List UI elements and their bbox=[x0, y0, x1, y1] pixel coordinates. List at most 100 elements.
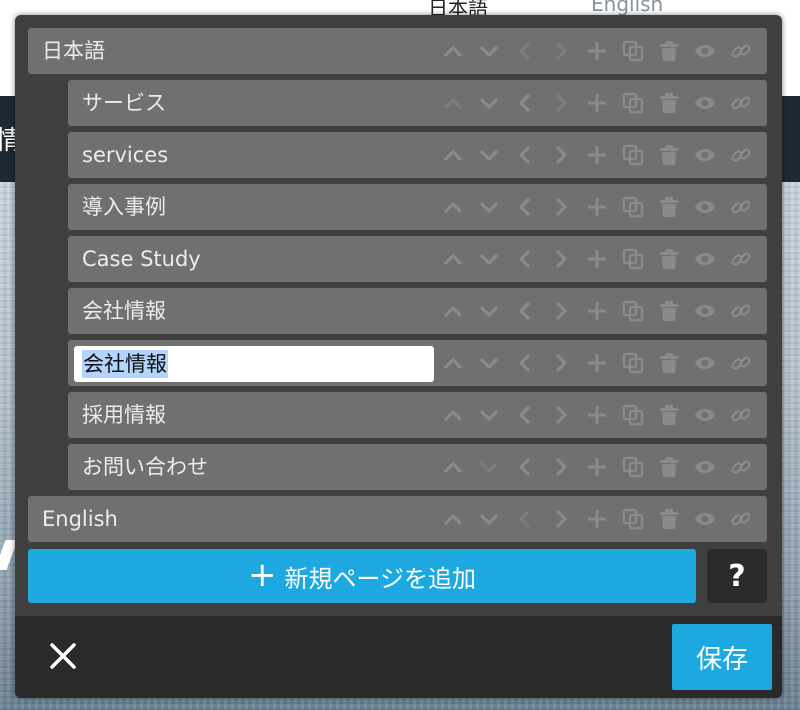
link-icon[interactable] bbox=[723, 28, 759, 74]
page-row[interactable]: Case Study bbox=[68, 236, 767, 282]
chevron-up-icon[interactable] bbox=[435, 392, 471, 438]
chevron-left-icon[interactable] bbox=[507, 444, 543, 490]
chevron-right-icon[interactable] bbox=[543, 340, 579, 386]
plus-icon[interactable] bbox=[579, 184, 615, 230]
eye-icon[interactable] bbox=[687, 340, 723, 386]
chevron-up-icon[interactable] bbox=[435, 288, 471, 334]
chevron-left-icon[interactable] bbox=[507, 340, 543, 386]
chevron-left-icon[interactable] bbox=[507, 184, 543, 230]
chevron-down-icon[interactable] bbox=[471, 444, 507, 490]
eye-icon[interactable] bbox=[687, 496, 723, 542]
chevron-up-icon[interactable] bbox=[435, 132, 471, 178]
chevron-down-icon[interactable] bbox=[471, 80, 507, 126]
chevron-right-icon[interactable] bbox=[543, 132, 579, 178]
page-row[interactable]: 導入事例 bbox=[68, 184, 767, 230]
plus-icon[interactable] bbox=[579, 80, 615, 126]
add-page-button[interactable]: + 新規ページを追加 bbox=[28, 549, 696, 603]
duplicate-icon[interactable] bbox=[615, 184, 651, 230]
language-row[interactable]: 日本語 bbox=[28, 28, 767, 74]
duplicate-icon[interactable] bbox=[615, 340, 651, 386]
eye-icon[interactable] bbox=[687, 184, 723, 230]
trash-icon[interactable] bbox=[651, 496, 687, 542]
chevron-up-icon[interactable] bbox=[435, 444, 471, 490]
eye-icon[interactable] bbox=[687, 392, 723, 438]
eye-icon[interactable] bbox=[687, 288, 723, 334]
chevron-up-icon[interactable] bbox=[435, 236, 471, 282]
duplicate-icon[interactable] bbox=[615, 28, 651, 74]
chevron-right-icon[interactable] bbox=[543, 236, 579, 282]
chevron-down-icon[interactable] bbox=[471, 184, 507, 230]
link-icon[interactable] bbox=[723, 444, 759, 490]
eye-icon[interactable] bbox=[687, 28, 723, 74]
chevron-down-icon[interactable] bbox=[471, 288, 507, 334]
link-icon[interactable] bbox=[723, 288, 759, 334]
plus-icon[interactable] bbox=[579, 132, 615, 178]
close-icon[interactable] bbox=[43, 636, 83, 676]
trash-icon[interactable] bbox=[651, 28, 687, 74]
chevron-down-icon[interactable] bbox=[471, 496, 507, 542]
duplicate-icon[interactable] bbox=[615, 132, 651, 178]
page-row[interactable]: 採用情報 bbox=[68, 392, 767, 438]
eye-icon[interactable] bbox=[687, 444, 723, 490]
chevron-left-icon[interactable] bbox=[507, 80, 543, 126]
language-row[interactable]: English bbox=[28, 496, 767, 542]
chevron-up-icon[interactable] bbox=[435, 80, 471, 126]
eye-icon[interactable] bbox=[687, 236, 723, 282]
chevron-left-icon[interactable] bbox=[507, 392, 543, 438]
duplicate-icon[interactable] bbox=[615, 80, 651, 126]
duplicate-icon[interactable] bbox=[615, 392, 651, 438]
chevron-right-icon[interactable] bbox=[543, 392, 579, 438]
save-button[interactable]: 保存 bbox=[672, 624, 772, 690]
plus-icon[interactable] bbox=[579, 236, 615, 282]
plus-icon[interactable] bbox=[579, 392, 615, 438]
chevron-left-icon[interactable] bbox=[507, 288, 543, 334]
chevron-left-icon[interactable] bbox=[507, 236, 543, 282]
chevron-down-icon[interactable] bbox=[471, 340, 507, 386]
trash-icon[interactable] bbox=[651, 444, 687, 490]
trash-icon[interactable] bbox=[651, 288, 687, 334]
chevron-up-icon[interactable] bbox=[435, 184, 471, 230]
link-icon[interactable] bbox=[723, 80, 759, 126]
chevron-down-icon[interactable] bbox=[471, 392, 507, 438]
chevron-right-icon[interactable] bbox=[543, 80, 579, 126]
plus-icon[interactable] bbox=[579, 496, 615, 542]
trash-icon[interactable] bbox=[651, 340, 687, 386]
trash-icon[interactable] bbox=[651, 80, 687, 126]
duplicate-icon[interactable] bbox=[615, 444, 651, 490]
page-row[interactable]: お問い合わせ bbox=[68, 444, 767, 490]
eye-icon[interactable] bbox=[687, 132, 723, 178]
lang-switch-en[interactable]: English bbox=[591, 0, 663, 16]
chevron-up-icon[interactable] bbox=[435, 28, 471, 74]
chevron-left-icon[interactable] bbox=[507, 496, 543, 542]
plus-icon[interactable] bbox=[579, 444, 615, 490]
chevron-up-icon[interactable] bbox=[435, 340, 471, 386]
chevron-down-icon[interactable] bbox=[471, 236, 507, 282]
trash-icon[interactable] bbox=[651, 184, 687, 230]
duplicate-icon[interactable] bbox=[615, 496, 651, 542]
help-button[interactable]: ? bbox=[707, 549, 767, 603]
trash-icon[interactable] bbox=[651, 236, 687, 282]
chevron-down-icon[interactable] bbox=[471, 28, 507, 74]
chevron-right-icon[interactable] bbox=[543, 28, 579, 74]
chevron-left-icon[interactable] bbox=[507, 132, 543, 178]
chevron-right-icon[interactable] bbox=[543, 184, 579, 230]
page-row[interactable]: 会社情報 bbox=[68, 288, 767, 334]
link-icon[interactable] bbox=[723, 496, 759, 542]
link-icon[interactable] bbox=[723, 236, 759, 282]
link-icon[interactable] bbox=[723, 184, 759, 230]
page-title-input[interactable]: 会社情報 bbox=[74, 346, 434, 382]
chevron-right-icon[interactable] bbox=[543, 288, 579, 334]
link-icon[interactable] bbox=[723, 340, 759, 386]
eye-icon[interactable] bbox=[687, 80, 723, 126]
chevron-left-icon[interactable] bbox=[507, 28, 543, 74]
plus-icon[interactable] bbox=[579, 340, 615, 386]
page-row[interactable]: サービス bbox=[68, 80, 767, 126]
link-icon[interactable] bbox=[723, 132, 759, 178]
duplicate-icon[interactable] bbox=[615, 288, 651, 334]
chevron-up-icon[interactable] bbox=[435, 496, 471, 542]
chevron-right-icon[interactable] bbox=[543, 496, 579, 542]
duplicate-icon[interactable] bbox=[615, 236, 651, 282]
chevron-right-icon[interactable] bbox=[543, 444, 579, 490]
trash-icon[interactable] bbox=[651, 132, 687, 178]
page-row[interactable]: 会社情報 bbox=[68, 340, 767, 386]
